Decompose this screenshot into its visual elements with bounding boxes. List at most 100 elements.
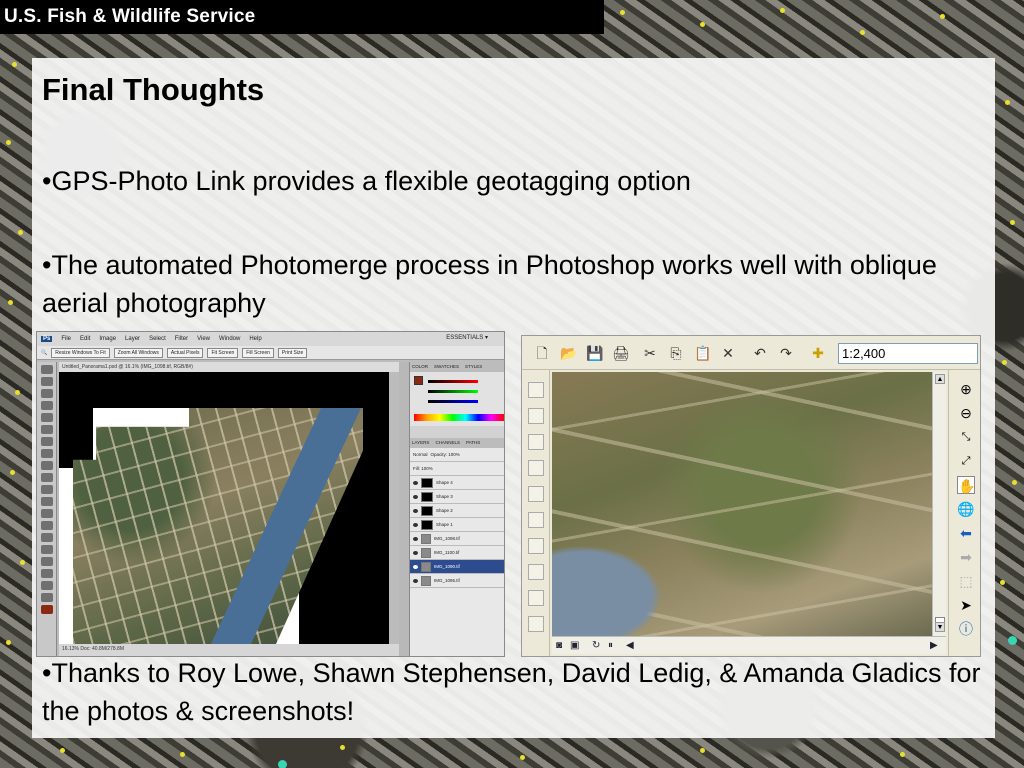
zoom-whole-page-icon <box>528 512 544 528</box>
layer-name: IMG_1090.tif <box>434 564 460 569</box>
layer-row: Shape 4 <box>410 476 504 490</box>
menu-window: Window <box>219 336 241 342</box>
option-zoom-all: Zoom All Windows <box>113 347 163 358</box>
undo-icon: ↶ <box>754 345 766 361</box>
map-marker <box>1000 580 1005 585</box>
map-marker <box>1002 360 1007 365</box>
map-marker <box>700 22 705 27</box>
quick-select-tool-icon <box>41 401 53 410</box>
cut-icon: ✂ <box>644 345 656 361</box>
move-tool-icon <box>41 365 53 374</box>
lasso-tool-icon <box>41 389 53 398</box>
menu-layer: Layer <box>125 336 141 342</box>
map-marker <box>12 62 17 67</box>
document-status-bar: 16.13% Doc: 40.8M/278.8M <box>59 644 399 656</box>
layer-row-selected: IMG_1090.tif <box>410 560 504 574</box>
gis-table-of-contents-strip <box>522 370 550 656</box>
map-marker <box>6 140 11 145</box>
delete-icon: ✕ <box>722 345 734 361</box>
layer-row: Shape 1 <box>410 518 504 532</box>
map-marker-teal <box>1008 636 1017 645</box>
forward-extent-icon: ➡ <box>960 549 972 565</box>
photoshop-logo: Ps <box>41 336 53 342</box>
layer-thumbnail <box>421 477 433 488</box>
eye-icon <box>413 508 418 513</box>
eyedropper-tool-icon <box>41 425 53 434</box>
map-marker <box>6 640 11 645</box>
zoom-out-icon: ⊖ <box>960 405 972 421</box>
color-panel-tabs: COLOR SWATCHES STYLES <box>410 362 504 372</box>
organization-name: U.S. Fish & Wildlife Service <box>4 6 256 27</box>
zoom-tool-icon: 🔍 <box>41 349 48 356</box>
photoshop-menubar: Ps File Edit Image Layer Select Filter V… <box>37 332 504 346</box>
pen-tool-icon <box>41 533 53 542</box>
map-marker <box>10 470 15 475</box>
map-marker <box>1010 220 1015 225</box>
bullet-gps-photo-link: •GPS-Photo Link provides a flexible geot… <box>42 166 691 196</box>
layer-thumbnail <box>421 505 433 516</box>
next-extent-icon <box>528 616 544 632</box>
layer-row: IMG_1100.tif <box>410 546 504 560</box>
option-resize-windows: Resize Windows To Fit <box>51 347 110 358</box>
gis-standard-toolbar: 🗋 📂 💾 🖨 ✂ ⎘ 📋 ✕ ↶ ↷ ✚ 1:2,400 <box>522 336 980 370</box>
scroll-right-arrow: ▶ <box>930 640 938 651</box>
photoshop-screenshot: Ps File Edit Image Layer Select Filter V… <box>36 331 505 657</box>
layers-panel: LAYERS CHANNELS PATHS Normal Opacity: 10… <box>410 438 504 656</box>
redo-icon: ↷ <box>780 345 792 361</box>
hand-tool-icon <box>41 581 53 590</box>
tab-channels: CHANNELS <box>435 440 460 445</box>
map-marker <box>700 748 705 753</box>
red-slider <box>428 380 478 383</box>
map-marker <box>940 14 945 19</box>
photoshop-options-bar: 🔍 Resize Windows To Fit Zoom All Windows… <box>37 346 504 360</box>
photoshop-panels: COLOR SWATCHES STYLES LAYERS CHANNELS PA… <box>409 362 504 656</box>
opacity-value: Opacity: 100% <box>430 452 460 457</box>
type-tool-icon <box>41 545 53 554</box>
map-marker-teal <box>278 760 287 768</box>
fill-value: Fill: 100% <box>413 466 433 471</box>
layout-tab-icon <box>528 460 544 476</box>
eye-icon <box>413 564 418 569</box>
fixed-zoom-in-icon: ⤡ <box>961 431 971 443</box>
display-tab-icon <box>528 382 544 398</box>
menu-filter: Filter <box>174 336 189 342</box>
full-extent-globe-icon: 🌐 <box>957 501 975 517</box>
option-fill-screen: Fill Screen <box>242 347 274 358</box>
eraser-tool-icon <box>41 485 53 494</box>
zoom-in-icon: ⊕ <box>960 381 972 397</box>
layer-row: Shape 2 <box>410 504 504 518</box>
bullet-photomerge: •The automated Photomerge process in Pho… <box>42 250 937 318</box>
tab-swatches: SWATCHES <box>434 364 460 369</box>
layer-row: IMG_1098.tif <box>410 532 504 546</box>
menu-select: Select <box>149 336 166 342</box>
path-select-icon <box>41 557 53 566</box>
scroll-left-arrow: ◀ <box>626 640 634 651</box>
select-features-icon: ⬚ <box>959 573 973 589</box>
map-marker <box>15 390 20 395</box>
gradient-tool-icon <box>41 497 53 506</box>
map-vertical-scrollbar: ▲ ▼ <box>932 372 946 636</box>
zoom-to-page-icon <box>528 486 544 502</box>
back-extent-icon: ⬅ <box>960 525 972 541</box>
layer-name: IMG_1100.tif <box>434 550 460 555</box>
refresh-icon: ↻ <box>592 640 601 651</box>
panorama-canvas <box>59 372 389 644</box>
map-marker <box>900 752 905 757</box>
pan-hand-icon: ✋ <box>957 476 976 494</box>
blue-slider <box>428 400 478 403</box>
zoom-100-icon <box>528 564 544 580</box>
aerial-map-view <box>552 372 932 636</box>
layer-row: Shape 3 <box>410 490 504 504</box>
option-print-size: Print Size <box>277 347 308 358</box>
map-marker <box>20 560 25 565</box>
zoom-in-fixed-icon <box>528 538 544 554</box>
menu-image: Image <box>99 336 117 342</box>
layer-name: IMG_1095.tif <box>434 578 460 583</box>
layer-name: Shape 4 <box>436 480 453 485</box>
foreground-color-swatch <box>41 605 53 614</box>
map-marker <box>8 300 13 305</box>
map-marker <box>340 745 345 750</box>
identify-icon: ⓘ <box>959 621 973 637</box>
map-scale-field: 1:2,400 <box>838 343 978 364</box>
blend-mode: Normal <box>413 452 428 457</box>
